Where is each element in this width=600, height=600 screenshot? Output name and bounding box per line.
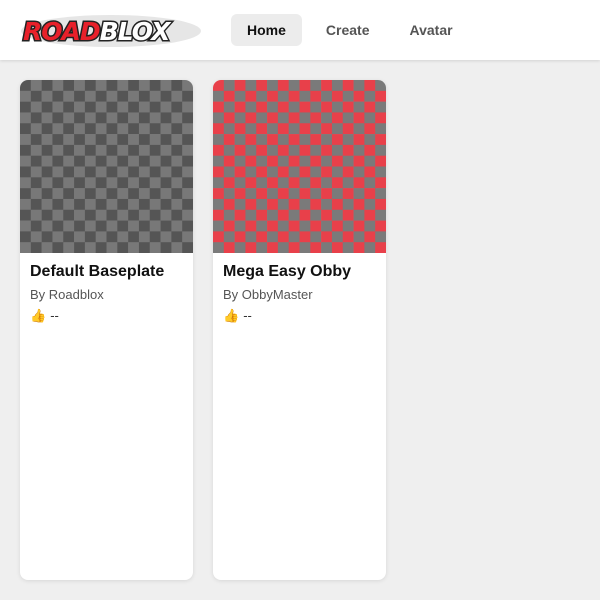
game-rating: 👍 -- (223, 308, 376, 323)
logo-text: ROADBLOX (23, 17, 172, 46)
thumbs-up-icon: 👍 (30, 308, 47, 323)
game-thumbnail (20, 80, 193, 253)
game-card-default-baseplate[interactable]: Default Baseplate By Roadblox 👍 -- (20, 80, 193, 580)
game-card-mega-easy-obby[interactable]: Mega Easy Obby By ObbyMaster 👍 -- (213, 80, 386, 580)
game-thumbnail (213, 80, 386, 253)
card-body: Default Baseplate By Roadblox 👍 -- (20, 253, 193, 333)
nav-home[interactable]: Home (231, 14, 302, 46)
nav-create[interactable]: Create (310, 14, 386, 46)
rating-value: -- (50, 308, 59, 323)
game-title: Mega Easy Obby (223, 263, 352, 280)
top-bar: ROADBLOX ROADBLOX Home Create Avatar (0, 0, 600, 60)
game-title: Default Baseplate (30, 263, 165, 280)
thumbs-up-icon: 👍 (223, 308, 240, 323)
game-grid: Default Baseplate By Roadblox 👍 -- Mega … (20, 80, 386, 580)
card-body: Mega Easy Obby By ObbyMaster 👍 -- (213, 253, 386, 333)
game-author[interactable]: By Roadblox (30, 287, 183, 302)
nav-avatar[interactable]: Avatar (394, 14, 469, 46)
rating-value: -- (243, 308, 252, 323)
game-rating: 👍 -- (30, 308, 183, 323)
game-author[interactable]: By ObbyMaster (223, 287, 376, 302)
roadblox-logo[interactable]: ROADBLOX ROADBLOX (20, 12, 202, 48)
main-nav: Home Create Avatar (231, 14, 469, 46)
